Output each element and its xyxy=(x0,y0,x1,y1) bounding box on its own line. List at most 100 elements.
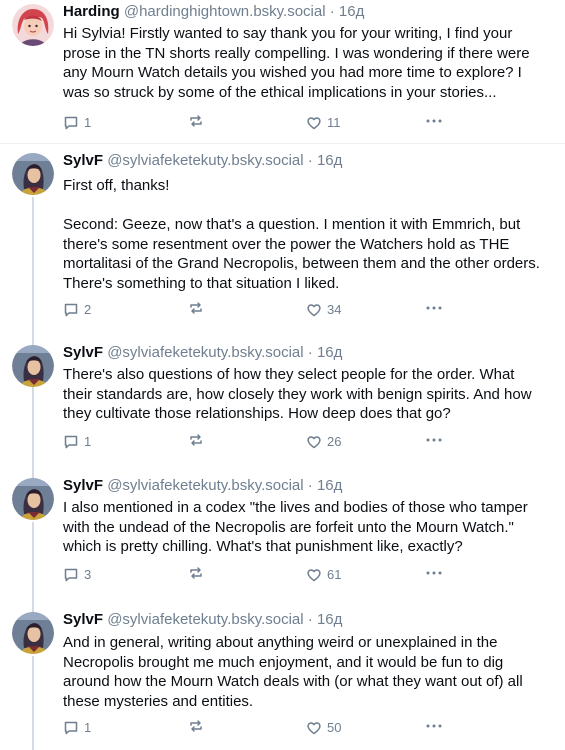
speech-bubble-icon xyxy=(64,721,78,735)
avatar-sylvf[interactable] xyxy=(12,153,54,195)
like-count: 50 xyxy=(327,720,342,735)
repost-button[interactable] xyxy=(188,565,209,581)
avatar-sylvf[interactable] xyxy=(12,345,54,387)
reply-button[interactable]: 3 xyxy=(63,565,91,585)
post-actions: 1 50 xyxy=(63,718,543,738)
author-handle[interactable]: @sylviafeketekuty.bsky.social xyxy=(107,152,303,169)
like-count: 61 xyxy=(327,567,342,582)
ellipsis-icon xyxy=(426,306,442,310)
reply-count: 1 xyxy=(84,720,92,735)
heart-icon xyxy=(307,117,321,130)
repost-arrows-icon xyxy=(190,720,202,732)
repost-arrows-icon xyxy=(190,115,202,127)
heart-icon xyxy=(307,722,321,735)
like-count: 11 xyxy=(327,115,341,130)
reply-button[interactable]: 1 xyxy=(63,718,91,738)
thread-line xyxy=(32,656,34,750)
post-timestamp[interactable]: 16д xyxy=(339,3,364,20)
author-name[interactable]: SylvF xyxy=(63,152,103,169)
like-button[interactable]: 26 xyxy=(306,432,341,452)
repost-arrows-icon xyxy=(190,302,202,314)
post-text: There's also questions of how they selec… xyxy=(63,366,536,422)
post-header: SylvF @sylviafeketekuty.bsky.social · 16… xyxy=(63,343,342,363)
heart-icon xyxy=(307,304,321,317)
heart-icon xyxy=(307,569,321,582)
speech-bubble-icon xyxy=(64,568,78,582)
separator-dot: · xyxy=(307,611,313,628)
post-header: SylvF @sylviafeketekuty.bsky.social · 16… xyxy=(63,476,342,496)
separator-dot: · xyxy=(329,3,335,20)
illustrated-character-avatar-icon xyxy=(12,612,54,654)
repost-button[interactable] xyxy=(188,113,209,129)
more-options-button[interactable] xyxy=(425,432,443,448)
author-handle[interactable]: @hardinghightown.bsky.social xyxy=(124,3,326,20)
author-name[interactable]: SylvF xyxy=(63,344,103,361)
post-header: SylvF @sylviafeketekuty.bsky.social · 16… xyxy=(63,151,342,171)
ellipsis-icon xyxy=(426,438,442,442)
illustrated-character-avatar-icon xyxy=(12,153,54,195)
post-header: SylvF @sylviafeketekuty.bsky.social · 16… xyxy=(63,610,342,630)
post-text: Hi Sylvia! Firstly wanted to say thank y… xyxy=(63,25,534,101)
thread-line xyxy=(32,389,34,479)
post-actions: 3 61 xyxy=(63,565,543,585)
separator-dot: · xyxy=(307,477,313,494)
illustrated-character-avatar-icon xyxy=(12,478,54,520)
reply-count: 1 xyxy=(84,434,92,449)
separator-dot: · xyxy=(307,152,313,169)
like-button[interactable]: 34 xyxy=(306,300,341,320)
author-handle[interactable]: @sylviafeketekuty.bsky.social xyxy=(107,344,303,361)
post-timestamp[interactable]: 16д xyxy=(317,344,342,361)
ellipsis-icon xyxy=(426,571,442,575)
thread-feed: Harding @hardinghightown.bsky.social · 1… xyxy=(0,0,565,750)
more-options-button[interactable] xyxy=(425,300,443,316)
post-timestamp[interactable]: 16д xyxy=(317,152,342,169)
post-text: And in general, writing about anything w… xyxy=(63,634,527,710)
post-timestamp[interactable]: 16д xyxy=(317,477,342,494)
heart-icon xyxy=(307,436,321,449)
pink-hair-avatar-icon xyxy=(12,4,54,46)
avatar-harding[interactable] xyxy=(12,4,54,46)
more-options-button[interactable] xyxy=(425,565,443,581)
post-header: Harding @hardinghightown.bsky.social · 1… xyxy=(63,2,364,22)
repost-arrows-icon xyxy=(190,567,202,579)
post-text: I also mentioned in a codex "the lives a… xyxy=(63,499,532,555)
separator-dot: · xyxy=(307,344,313,361)
reply-count: 1 xyxy=(84,115,92,130)
reply-count: 3 xyxy=(84,567,92,582)
reply-count: 2 xyxy=(84,302,92,317)
avatar-sylvf[interactable] xyxy=(12,478,54,520)
like-button[interactable]: 50 xyxy=(306,718,341,738)
avatar-sylvf[interactable] xyxy=(12,612,54,654)
like-count: 34 xyxy=(327,302,342,317)
post-actions: 1 11 xyxy=(63,113,543,133)
repost-button[interactable] xyxy=(188,718,209,734)
ellipsis-icon xyxy=(426,724,442,728)
speech-bubble-icon xyxy=(64,435,78,449)
author-name[interactable]: SylvF xyxy=(63,477,103,494)
thread-line xyxy=(32,522,34,612)
like-button[interactable]: 11 xyxy=(306,113,341,133)
repost-arrows-icon xyxy=(190,434,202,446)
more-options-button[interactable] xyxy=(425,113,443,129)
post-timestamp[interactable]: 16д xyxy=(317,611,342,628)
like-button[interactable]: 61 xyxy=(306,565,341,585)
speech-bubble-icon xyxy=(64,303,78,317)
like-count: 26 xyxy=(327,434,342,449)
post-actions: 1 26 xyxy=(63,432,543,452)
post-actions: 2 34 xyxy=(63,300,543,320)
ellipsis-icon xyxy=(426,119,442,123)
author-name[interactable]: Harding xyxy=(63,3,120,20)
more-options-button[interactable] xyxy=(425,718,443,734)
repost-button[interactable] xyxy=(188,432,209,448)
reply-button[interactable]: 1 xyxy=(63,432,91,452)
illustrated-character-avatar-icon xyxy=(12,345,54,387)
reply-button[interactable]: 1 xyxy=(63,113,91,133)
post-text: First off, thanks! Second: Geeze, now th… xyxy=(63,177,540,292)
speech-bubble-icon xyxy=(64,116,78,130)
author-handle[interactable]: @sylviafeketekuty.bsky.social xyxy=(107,477,303,494)
repost-button[interactable] xyxy=(188,300,209,316)
author-handle[interactable]: @sylviafeketekuty.bsky.social xyxy=(107,611,303,628)
reply-button[interactable]: 2 xyxy=(63,300,91,320)
author-name[interactable]: SylvF xyxy=(63,611,103,628)
post-divider xyxy=(0,143,565,144)
